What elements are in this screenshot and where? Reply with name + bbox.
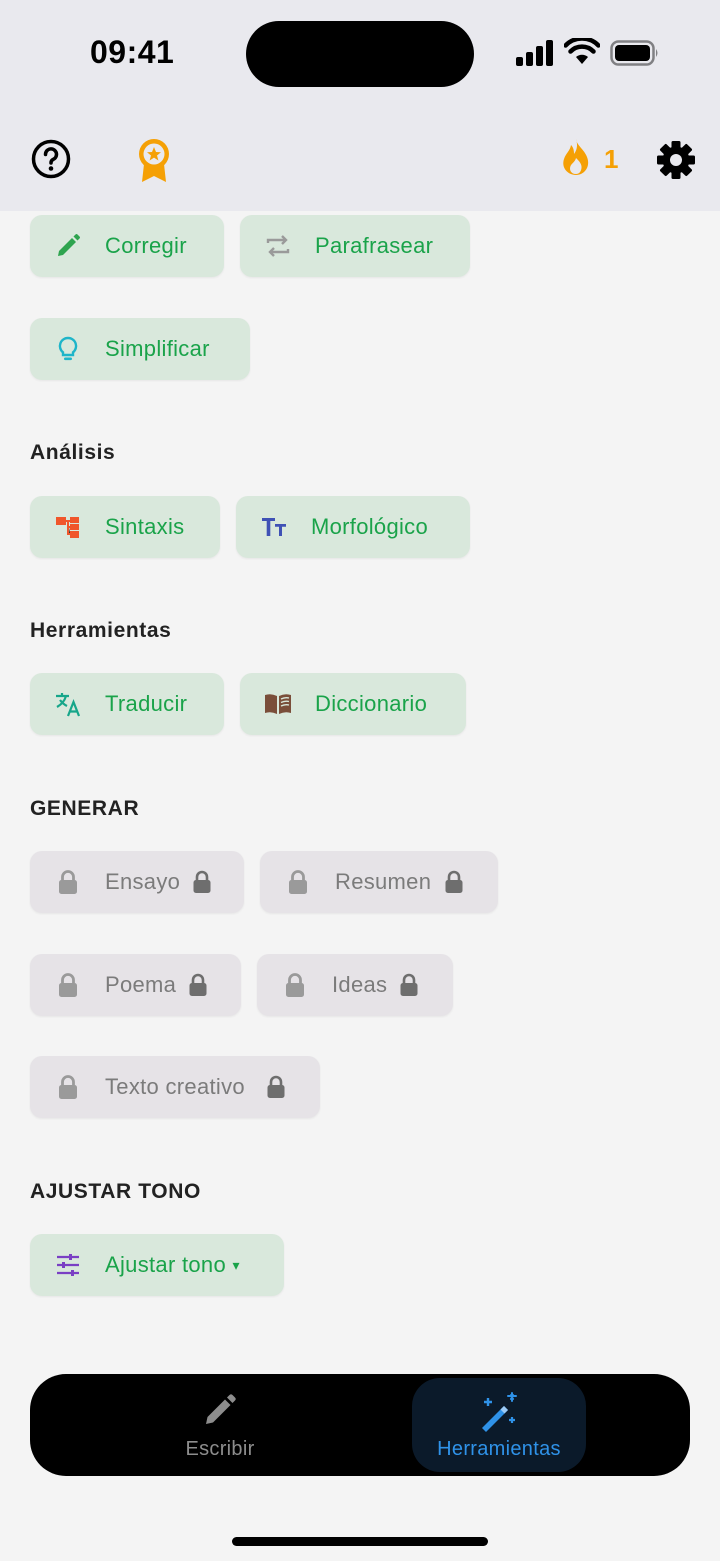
lock-icon: [59, 973, 77, 997]
sliders-icon: [57, 1254, 79, 1276]
lock-icon: [59, 1075, 77, 1099]
bottom-nav: Escribir Herramientas: [30, 1374, 690, 1476]
ensayo-button[interactable]: Ensayo: [30, 851, 244, 913]
nav-tab-escribir[interactable]: Escribir: [160, 1374, 280, 1476]
gear-icon[interactable]: [656, 140, 696, 180]
ideas-button[interactable]: Ideas: [257, 954, 453, 1016]
nav-tab-herramientas[interactable]: Herramientas: [412, 1378, 586, 1472]
lock-icon: [445, 870, 463, 893]
chip-label: Corregir: [105, 233, 187, 258]
traducir-button[interactable]: Traducir: [30, 673, 224, 735]
resumen-button[interactable]: Resumen: [260, 851, 498, 913]
award-badge-icon[interactable]: [134, 136, 174, 184]
status-time: 09:41: [90, 34, 175, 70]
chip-label: Resumen: [335, 869, 432, 894]
chip-label: Ajustar tono ▾: [105, 1252, 240, 1278]
corregir-button[interactable]: Corregir: [30, 215, 224, 277]
simplificar-button[interactable]: Simplificar: [30, 318, 250, 380]
chip-label: Texto creativo: [105, 1074, 245, 1099]
sintaxis-button[interactable]: Sintaxis: [30, 496, 220, 558]
chip-label: Simplificar: [105, 336, 210, 361]
streak-count: 1: [604, 144, 619, 174]
help-circle-icon[interactable]: [30, 138, 72, 180]
lock-icon: [286, 973, 304, 997]
poema-button[interactable]: Poema: [30, 954, 241, 1016]
lock-icon: [193, 870, 211, 893]
home-indicator: [232, 1537, 488, 1546]
dynamic-island: [246, 21, 474, 87]
chip-label: Ensayo: [105, 869, 181, 894]
lock-icon: [289, 870, 307, 894]
chip-label: Parafrasear: [315, 233, 434, 258]
chip-label: Morfológico: [311, 514, 429, 539]
top-bar: 09:41 1: [0, 0, 720, 211]
lightbulb-icon: [58, 336, 78, 361]
chip-label: Diccionario: [315, 691, 428, 716]
nav-label: Herramientas: [437, 1438, 561, 1460]
tree-structure-icon: [56, 517, 79, 538]
ajustar-tono-dropdown[interactable]: Ajustar tono ▾: [30, 1234, 284, 1296]
text-size-icon: [262, 518, 286, 536]
lock-icon: [189, 973, 207, 996]
section-title-generar: GENERAR: [30, 797, 140, 820]
ajustar-tono-label: Ajustar tono: [105, 1252, 227, 1277]
book-icon: [265, 694, 291, 714]
nav-label: Escribir: [185, 1438, 255, 1460]
chip-label: Traducir: [105, 691, 188, 716]
diccionario-button[interactable]: Diccionario: [240, 673, 466, 735]
chip-label: Ideas: [332, 972, 388, 997]
translate-icon: [56, 693, 81, 717]
flame-icon: [563, 139, 589, 175]
chip-label: Sintaxis: [105, 514, 185, 539]
section-title-analisis: Análisis: [30, 441, 116, 464]
lock-icon: [267, 1075, 285, 1098]
chip-label: Poema: [105, 972, 177, 997]
magic-wand-icon: [482, 1392, 517, 1432]
battery-icon: [610, 40, 658, 66]
section-title-herramientas: Herramientas: [30, 619, 172, 642]
pencil-icon: [206, 1394, 236, 1424]
lock-icon: [400, 973, 418, 996]
wifi-icon: [564, 38, 600, 64]
pencil-icon: [58, 234, 80, 256]
repeat-icon: [266, 235, 290, 257]
section-title-ajustar-tono: AJUSTAR TONO: [30, 1180, 201, 1203]
texto-creativo-button[interactable]: Texto creativo: [30, 1056, 320, 1118]
parafrasear-button[interactable]: Parafrasear: [240, 215, 470, 277]
lock-icon: [59, 870, 77, 894]
morfologico-button[interactable]: Morfológico: [236, 496, 470, 558]
cellular-signal-icon: [516, 40, 553, 66]
chevron-down-icon: ▾: [232, 1257, 240, 1273]
